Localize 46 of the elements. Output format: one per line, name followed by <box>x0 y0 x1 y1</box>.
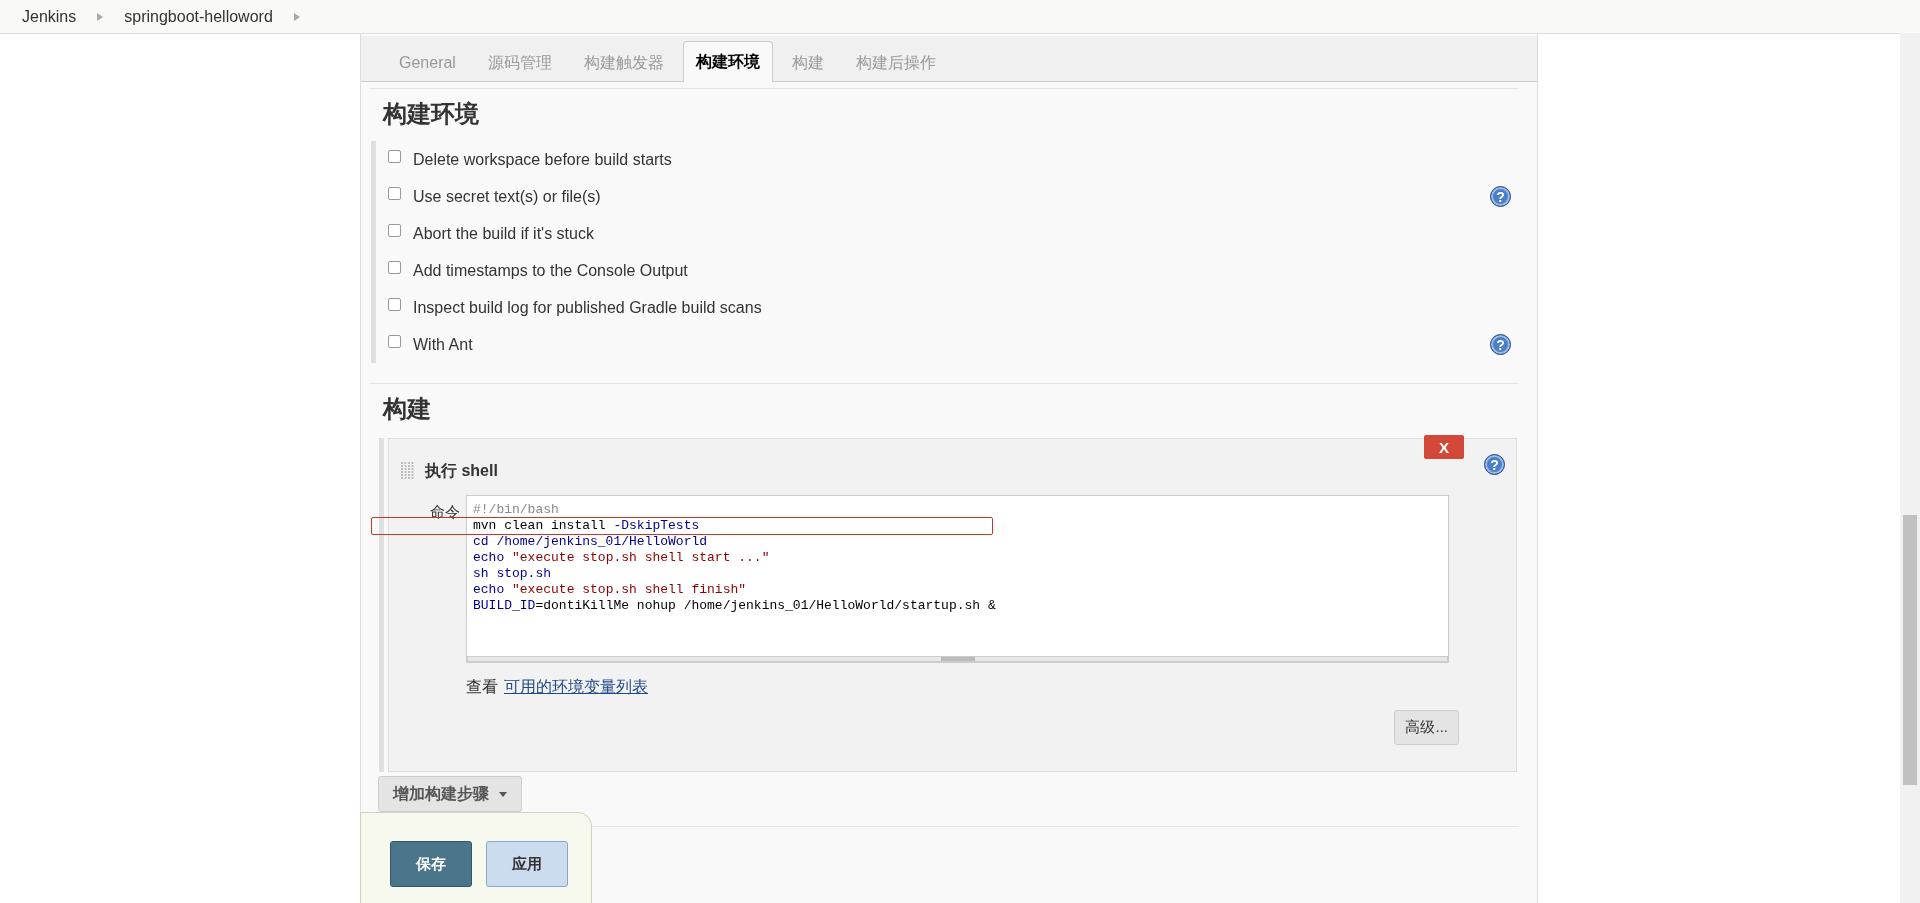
tab[interactable]: 构建触发器 <box>570 43 677 82</box>
command-editor[interactable] <box>466 495 1449 663</box>
drag-handle-icon[interactable] <box>401 462 415 480</box>
checkbox-label: Delete workspace before build starts <box>413 150 673 169</box>
checkbox-label: Use secret text(s) or file(s) <box>413 187 602 206</box>
checkbox[interactable] <box>388 224 401 237</box>
env-variables-link[interactable]: 可用的环境变量列表 <box>504 677 648 698</box>
caret-icon[interactable] <box>96 11 105 22</box>
code-line: sh stop.sh <box>473 566 552 582</box>
link-prefix: 查看 <box>466 677 498 697</box>
tab[interactable]: 构建后操作 <box>842 43 949 82</box>
checkbox[interactable] <box>388 298 401 311</box>
caret-icon[interactable] <box>292 11 301 22</box>
checkbox-label: With Ant <box>413 335 474 354</box>
help-button[interactable]: ? <box>1490 186 1511 207</box>
tab[interactable]: General <box>386 43 469 82</box>
code-line: cd /home/jenkins_01/HelloWorld <box>473 534 709 550</box>
save-button[interactable]: 保存 <box>390 841 472 887</box>
apply-button[interactable]: 应用 <box>486 841 568 887</box>
advanced-button[interactable]: 高级... <box>1394 710 1459 745</box>
checkbox[interactable] <box>388 187 401 200</box>
code-line: BUILD_ID=dontiKillMe nohup /home/jenkins_01/HelloWorld/startup.sh & <box>473 598 997 614</box>
checkbox-label: Inspect build log for published Gradle build scans <box>413 298 763 317</box>
tab[interactable]: 构建 <box>778 43 837 82</box>
tab[interactable]: 源码管理 <box>474 43 565 82</box>
delete-button[interactable]: X <box>1424 435 1464 459</box>
help-button[interactable]: ? <box>1490 334 1511 355</box>
caret-icon <box>499 791 507 797</box>
step-title: 执行 shell <box>425 460 498 481</box>
checkbox[interactable] <box>388 261 401 274</box>
section-title: 构建 <box>383 394 432 424</box>
checkbox[interactable] <box>388 150 401 163</box>
code-line: echo "execute stop.sh shell finish" <box>473 582 748 598</box>
checkbox[interactable] <box>388 335 401 348</box>
resize-handle[interactable] <box>467 656 1448 662</box>
code-line: echo "execute stop.sh shell start ..." <box>473 550 771 566</box>
checkbox-label: Add timestamps to the Console Output <box>413 261 689 280</box>
code-line: #!/bin/bash <box>473 502 560 518</box>
breadcrumb-link[interactable]: Jenkins <box>22 7 77 26</box>
section-title: 构建环境 <box>383 99 480 129</box>
add-build-step-button[interactable]: 增加构建步骤 <box>378 776 522 812</box>
code-line: mvn clean install -DskipTests <box>473 518 701 534</box>
tab[interactable]: 构建环境 <box>682 41 773 82</box>
checkbox-label: Abort the build if it's stuck <box>413 224 595 243</box>
breadcrumb-link[interactable]: springboot-helloword <box>124 7 273 26</box>
scrollbar-thumb[interactable] <box>1903 515 1917 785</box>
